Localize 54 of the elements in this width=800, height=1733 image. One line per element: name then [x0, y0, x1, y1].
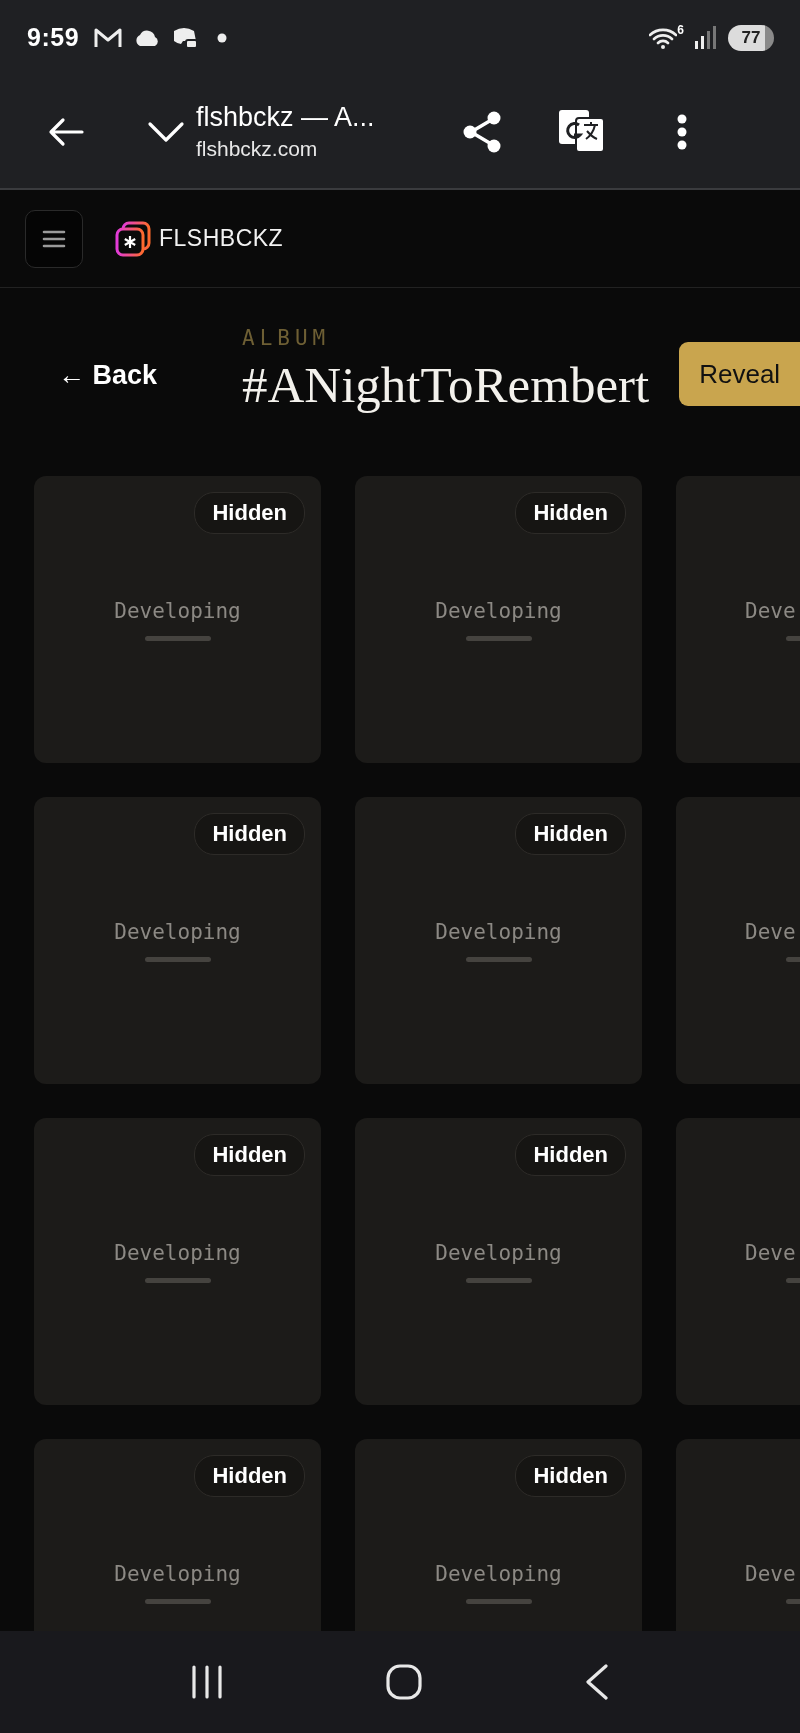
photo-card[interactable]: Hidden Developing [355, 476, 642, 763]
hidden-badge: Hidden [194, 492, 305, 534]
logo-icon [115, 220, 151, 257]
photo-card[interactable]: Hidden Developing [355, 1439, 642, 1631]
menu-icon [42, 228, 66, 249]
photo-card[interactable]: Hidden Developing [355, 1118, 642, 1405]
recents-icon[interactable] [191, 1665, 224, 1699]
page-title: flshbckz — A... [196, 102, 375, 133]
signal-icon [694, 25, 718, 50]
hidden-badge: Hidden [515, 813, 626, 855]
reveal-button[interactable]: Reveal [679, 342, 800, 406]
developing-label: Developing [435, 1240, 562, 1265]
photo-card[interactable]: Hidden Developing [34, 1439, 321, 1631]
developing-label: Developing [435, 919, 562, 944]
wifi-icon [649, 26, 678, 49]
share-icon[interactable] [462, 109, 502, 154]
dot-icon [217, 32, 228, 43]
album-title: #ANightToRembert [242, 356, 650, 414]
home-icon[interactable] [386, 1664, 422, 1700]
photo-card[interactable]: Deve [676, 1439, 800, 1631]
developing-label: Deve [745, 598, 796, 623]
hidden-badge: Hidden [194, 1455, 305, 1497]
developing-label: Developing [435, 1561, 562, 1586]
wifi-label: 6 [677, 22, 684, 37]
hidden-badge: Hidden [194, 1134, 305, 1176]
hidden-badge: Hidden [515, 1134, 626, 1176]
photo-card[interactable]: Hidden Developing [34, 1118, 321, 1405]
mail-icon [93, 26, 124, 49]
back-link[interactable]: ← Back [58, 359, 242, 391]
photo-card[interactable]: Deve [676, 797, 800, 1084]
back-icon[interactable] [584, 1664, 609, 1700]
photo-card[interactable]: Deve [676, 476, 800, 763]
battery-indicator: 77 [728, 24, 774, 51]
photo-card[interactable]: Hidden Developing [34, 476, 321, 763]
menu-button[interactable] [25, 209, 83, 268]
developing-label: Developing [114, 1240, 241, 1265]
developing-label: Deve [745, 1240, 796, 1265]
hidden-badge: Hidden [515, 492, 626, 534]
photo-card[interactable]: Hidden Developing [34, 797, 321, 1084]
hidden-badge: Hidden [194, 813, 305, 855]
chevron-down-icon[interactable] [146, 120, 186, 143]
logo-text: FLSHBCKZ [159, 225, 284, 252]
developing-label: Developing [435, 598, 562, 623]
clock: 9:59 [27, 23, 80, 52]
hidden-badge: Hidden [515, 1455, 626, 1497]
photo-card[interactable]: Deve [676, 1118, 800, 1405]
developing-label: Deve [745, 919, 796, 944]
album-label: ALBUM [242, 326, 331, 350]
developing-label: Deve [745, 1561, 796, 1586]
page-url: flshbckz.com [196, 137, 318, 161]
developing-label: Developing [114, 598, 241, 623]
developing-label: Developing [114, 919, 241, 944]
photo-card[interactable]: Hidden Developing [355, 797, 642, 1084]
developing-label: Developing [114, 1561, 241, 1586]
